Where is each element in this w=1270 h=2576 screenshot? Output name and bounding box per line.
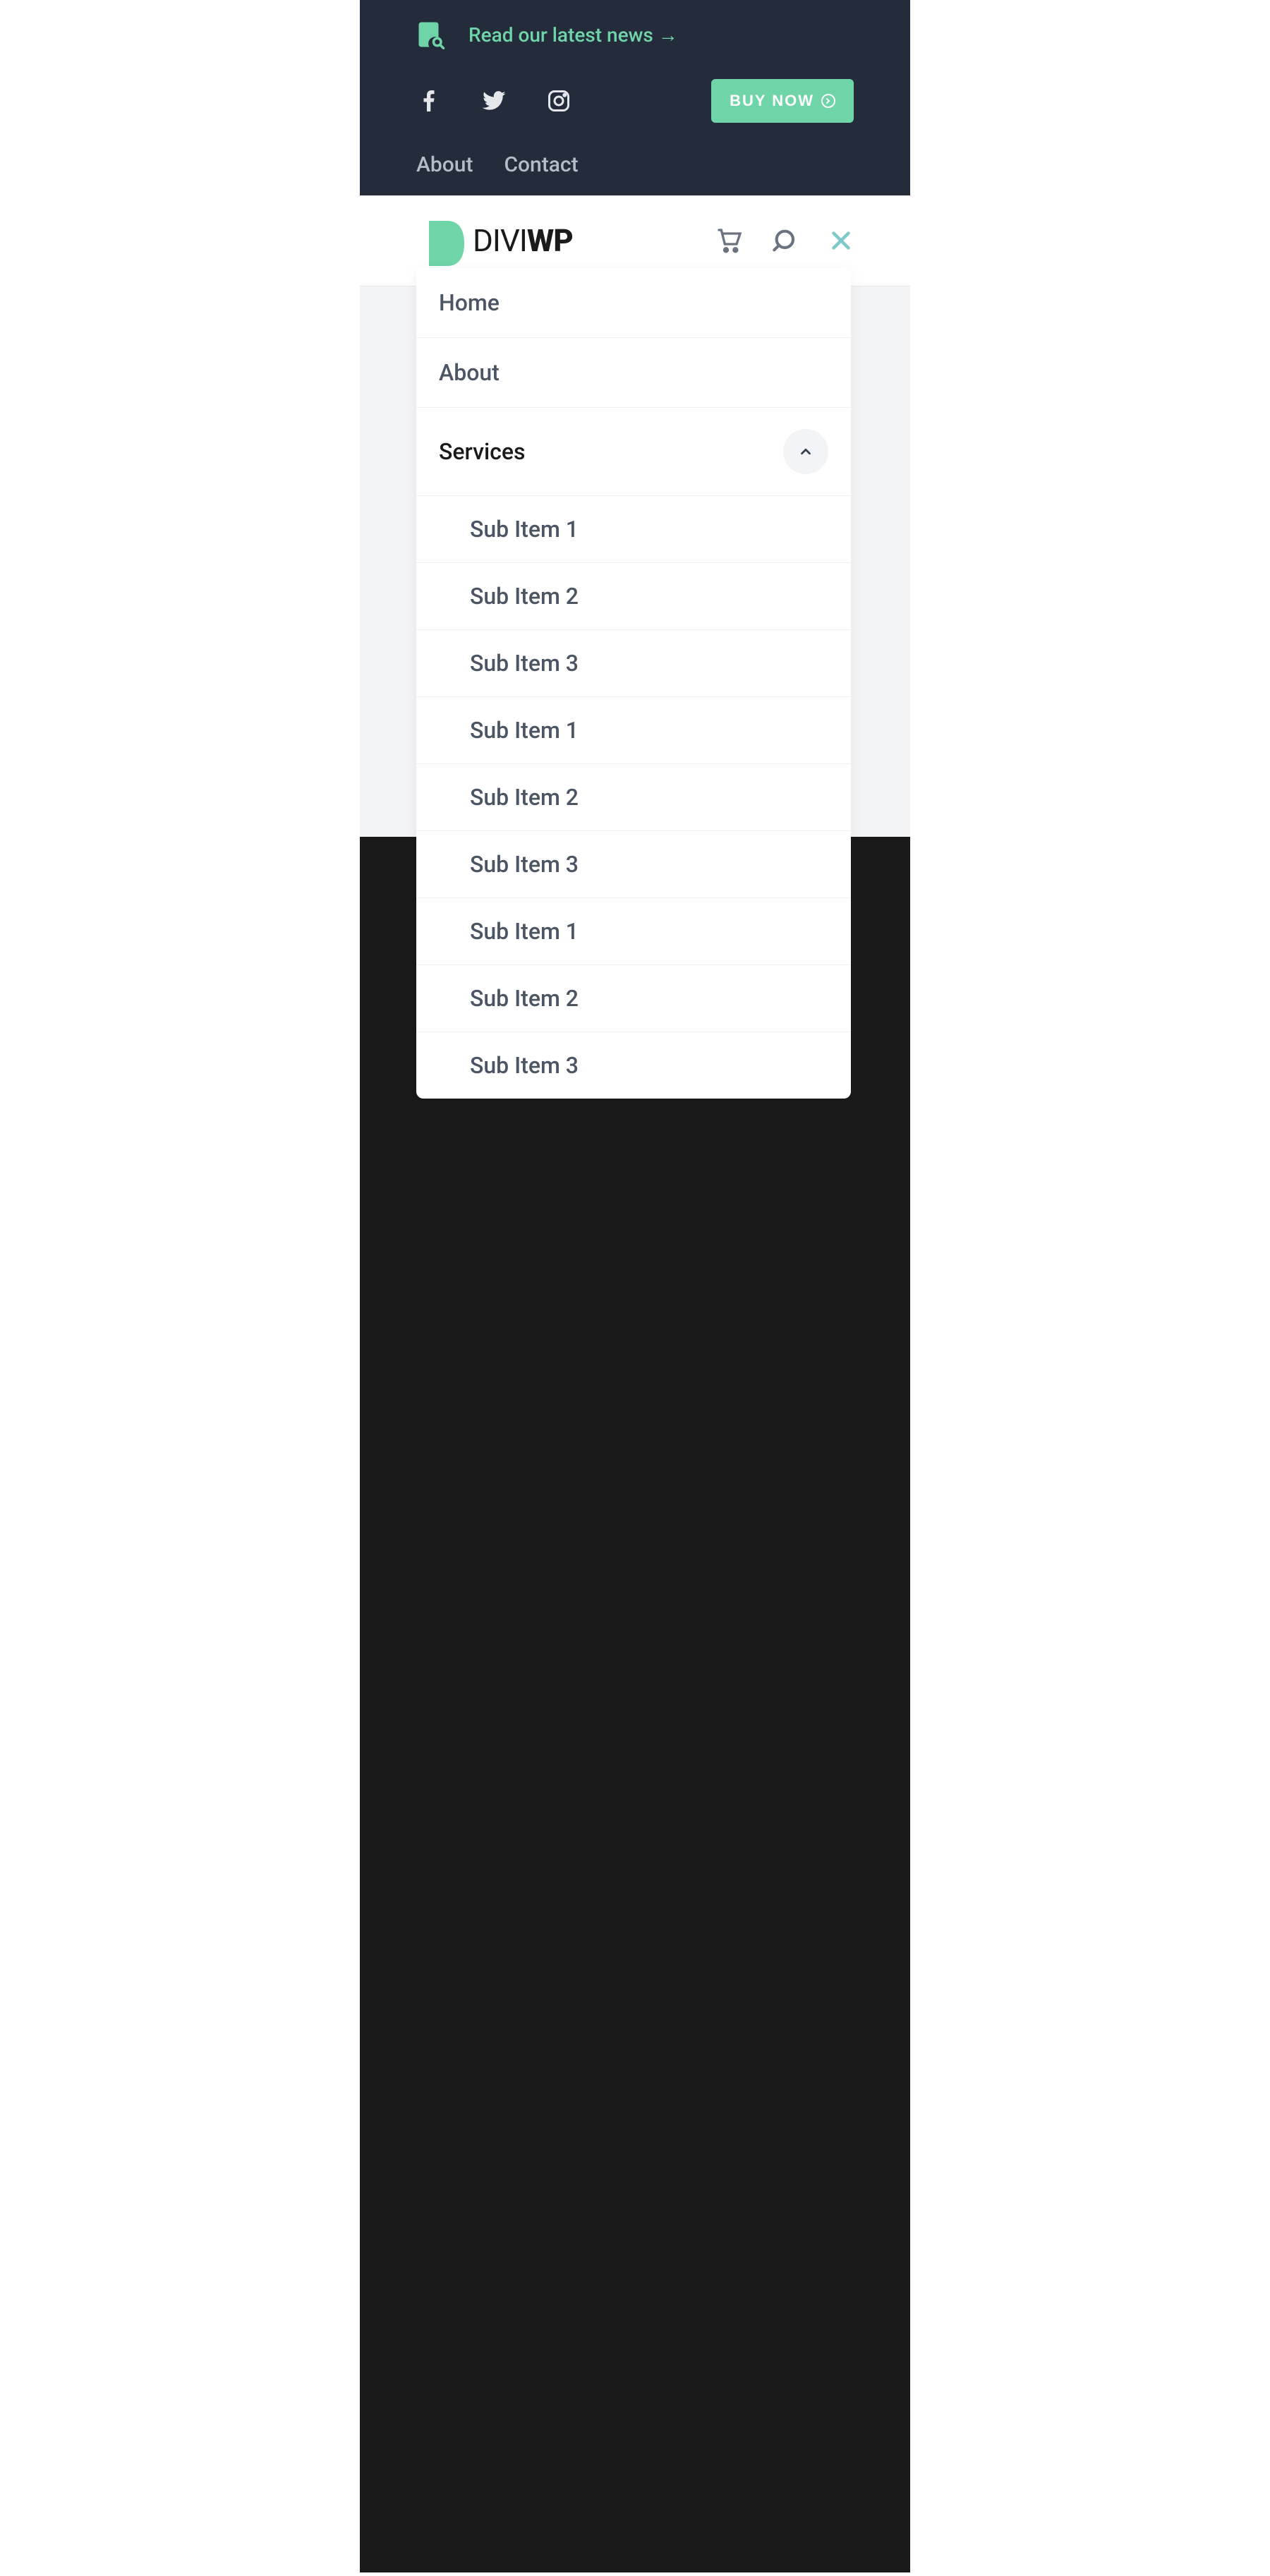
menu-item-about[interactable]: About: [416, 338, 851, 408]
menu-item-services[interactable]: Services: [416, 408, 851, 496]
search-icon[interactable]: [772, 226, 800, 255]
facebook-icon[interactable]: [416, 88, 442, 114]
instagram-icon[interactable]: [546, 88, 572, 114]
sub-item[interactable]: Sub Item 2: [416, 965, 851, 1032]
buy-now-button[interactable]: BUY NOW: [711, 79, 854, 123]
social-row: BUY NOW: [416, 79, 854, 123]
logo[interactable]: DIVIWP: [416, 215, 687, 266]
news-row: Read our latest news →: [416, 20, 854, 49]
sub-item[interactable]: Sub Item 1: [416, 898, 851, 965]
sub-item[interactable]: Sub Item 3: [416, 630, 851, 697]
logo-text: DIVIWP: [473, 222, 573, 259]
news-link[interactable]: Read our latest news →: [468, 23, 678, 47]
menu-item-label: Services: [439, 438, 525, 465]
topbar-nav-contact[interactable]: Contact: [504, 152, 578, 177]
topbar: Read our latest news → BUY NOW About Co: [360, 0, 910, 195]
chevron-up-icon[interactable]: [783, 429, 828, 474]
sub-item[interactable]: Sub Item 2: [416, 764, 851, 831]
mobile-menu-panel: Home About Services Sub Item 1 Sub Item …: [416, 268, 851, 1099]
topbar-nav: About Contact: [416, 152, 854, 177]
sub-item[interactable]: Sub Item 3: [416, 1032, 851, 1099]
arrow-right-circle-icon: [821, 94, 835, 108]
menu-item-label: About: [439, 359, 500, 386]
close-icon[interactable]: [828, 228, 854, 253]
cart-icon[interactable]: [715, 226, 744, 255]
sub-item[interactable]: Sub Item 2: [416, 563, 851, 630]
buy-now-label: BUY NOW: [730, 92, 814, 110]
topbar-nav-about[interactable]: About: [416, 152, 473, 177]
menu-item-label: Home: [439, 289, 500, 316]
sub-item[interactable]: Sub Item 1: [416, 697, 851, 764]
menu-item-home[interactable]: Home: [416, 268, 851, 338]
twitter-icon[interactable]: [481, 88, 507, 114]
logo-d-icon: [416, 215, 467, 266]
document-search-icon: [416, 20, 446, 49]
sub-item[interactable]: Sub Item 1: [416, 496, 851, 563]
sub-item[interactable]: Sub Item 3: [416, 831, 851, 898]
